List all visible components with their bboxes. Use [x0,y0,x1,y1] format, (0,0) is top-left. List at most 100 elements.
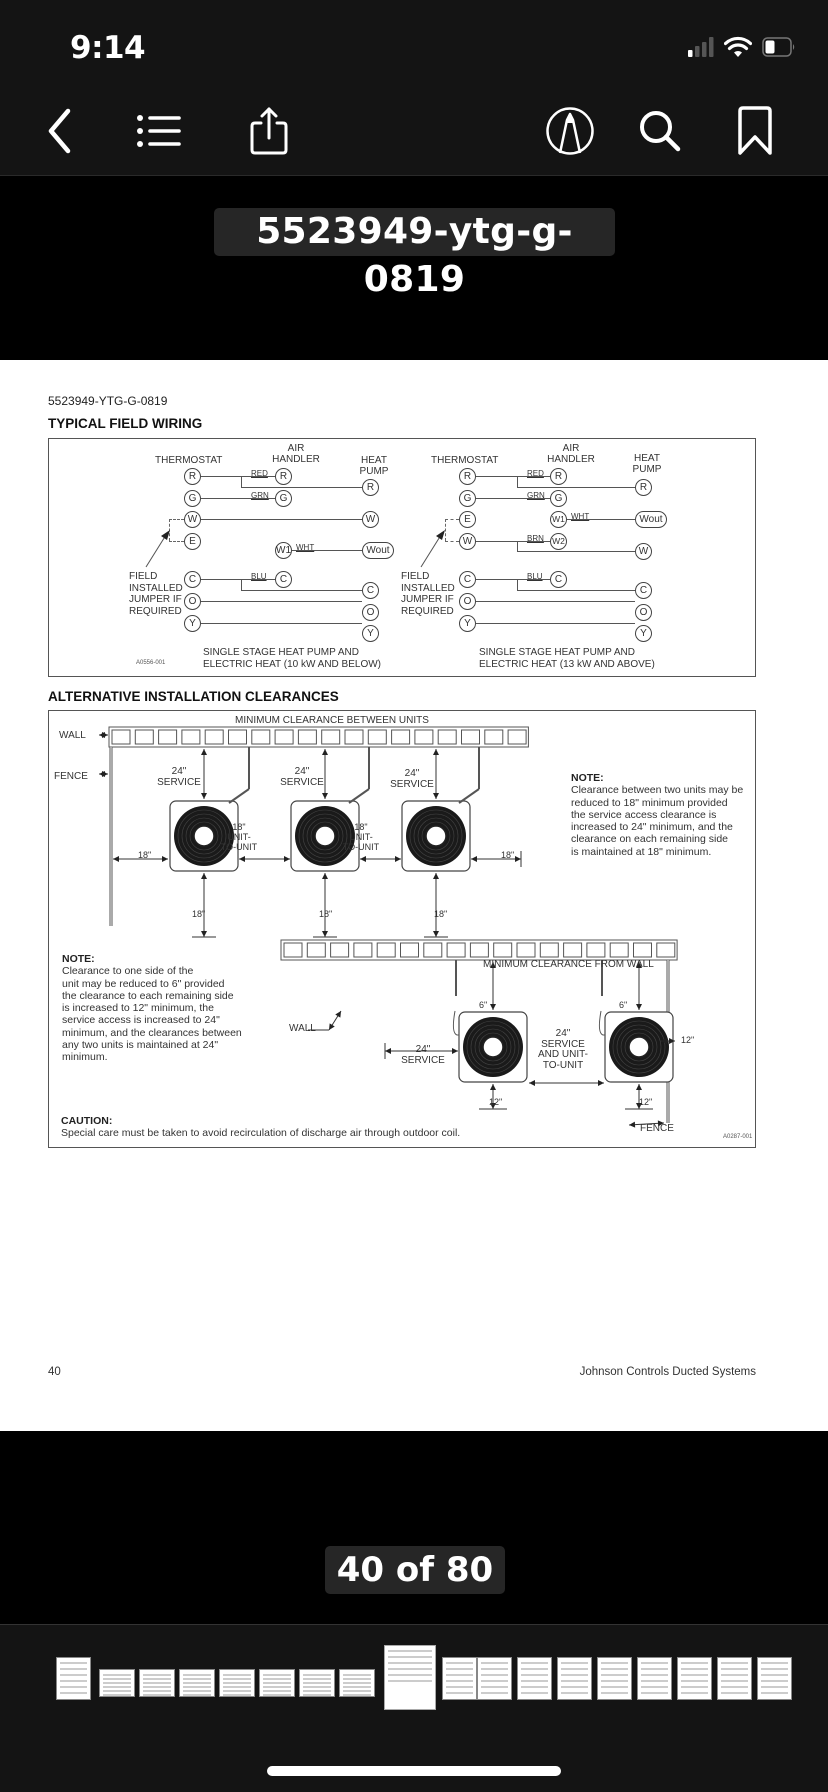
fan-hub [628,1036,650,1058]
wall-block [283,942,303,958]
thumbnail-content [103,1694,131,1696]
page-thumbnail[interactable] [339,1669,375,1697]
arrowhead [322,793,328,799]
fan-hub [193,825,215,847]
outline-button[interactable] [134,104,184,158]
thumbnail-content [388,1668,432,1670]
wall-block [516,942,536,958]
wall-block [367,729,387,745]
arrowhead [636,1004,642,1010]
thumbnail-content [343,1678,371,1680]
unit-to-unit-clearance: 18" UNIT- TO-UNIT [220,822,258,852]
thumbnail-content [223,1690,251,1692]
arrowhead [201,749,207,755]
page-thumbnail[interactable] [179,1669,215,1697]
wall-block [423,942,443,958]
thumbnail-content [761,1674,788,1676]
thumbnail-content [601,1674,628,1676]
page-thumbnail[interactable] [557,1657,592,1700]
bottom-clearance: 12" [489,1097,503,1107]
thumbnail-content [446,1686,473,1688]
arrowhead [201,873,207,879]
page-thumbnail[interactable] [677,1657,712,1700]
terminal: G [550,490,567,507]
arrowhead [322,873,328,879]
terminal: E [184,533,201,550]
thumbnail-content [761,1662,788,1664]
page-thumbnail[interactable] [717,1657,752,1700]
thumbnail-content [183,1694,211,1696]
arrowhead [433,749,439,755]
thumbnail-content [481,1662,508,1664]
arrowhead [322,931,328,937]
wall-label: WALL [289,1023,316,1034]
thumbnail-content [103,1674,131,1676]
pdf-page[interactable]: 5523949-YTG-G-0819 TYPICAL FIELD WIRING … [0,360,828,1431]
page-thumbnail[interactable] [477,1657,512,1700]
refrigerant-line [228,788,250,804]
arrowhead [629,1121,636,1128]
arrowhead [335,1011,341,1018]
page-thumbnail[interactable] [384,1645,436,1710]
arrowhead [284,856,290,862]
thumbnail-content [343,1686,371,1688]
arrowhead [490,1084,496,1090]
bookmark-icon [736,106,774,156]
thumbnail-content [303,1686,331,1688]
wire-label: GRN [527,491,545,500]
figure-id: A0556-001 [136,660,166,666]
terminal: O [362,604,379,621]
jumper-arrow [420,530,445,568]
markup-button[interactable] [545,104,595,158]
thumbnail-content [223,1678,251,1680]
page-thumbnail[interactable] [259,1669,295,1697]
bottom-clearance: 18" [319,909,333,919]
thumbnail-content [60,1674,87,1676]
terminal: C [362,582,379,599]
share-button[interactable] [244,104,294,158]
wall-block [204,729,224,745]
page-thumbnail[interactable] [442,1657,477,1700]
thumbnail-content [681,1680,708,1682]
left-thermostat-label: THERMOSTAT [155,455,223,466]
thumbnail-content [183,1678,211,1680]
thumbnail-content [761,1668,788,1670]
thumbnail-content [681,1686,708,1688]
bookmark-button[interactable] [730,104,780,158]
page-indicator: 40 of 80 [325,1546,505,1594]
thumbnail-content [343,1694,371,1696]
wall-block [306,942,326,958]
note-bottom: NOTE: Clearance to one side of the unit … [62,953,242,1064]
page-thumbnail[interactable] [597,1657,632,1700]
page-thumbnail[interactable] [219,1669,255,1697]
wire-label: BLU [527,572,543,581]
wire [241,590,362,592]
thumbnail-content [446,1692,473,1694]
search-button[interactable] [635,104,685,158]
wall-block [228,729,247,745]
terminal: W [635,543,652,560]
terminal: C [184,571,201,588]
page-thumbnail[interactable] [56,1657,91,1700]
left-heat-pump-label: HEAT PUMP [359,455,389,477]
page-thumbnail[interactable] [757,1657,792,1700]
thumbnail-content [561,1692,588,1694]
page-thumbnail[interactable] [637,1657,672,1700]
home-indicator[interactable] [267,1766,561,1776]
refrigerant-line [348,788,370,804]
thumbnail-content [263,1682,291,1684]
page-thumbnail[interactable] [299,1669,335,1697]
page-thumbnail[interactable] [139,1669,175,1697]
bottom-clearance: 18" [192,909,206,919]
document-title[interactable]: 5523949-ytg-g-0819 [214,208,615,300]
wall-block [633,942,652,958]
thumbnail-content [681,1668,708,1670]
page-thumbnail[interactable] [517,1657,552,1700]
thumbnail-content [343,1682,371,1684]
back-button[interactable] [34,104,84,158]
wire [201,623,362,625]
page-thumbnail[interactable] [99,1669,135,1697]
wire [517,590,635,592]
thumbnail-content [721,1662,748,1664]
thumbnail-content [446,1662,473,1664]
